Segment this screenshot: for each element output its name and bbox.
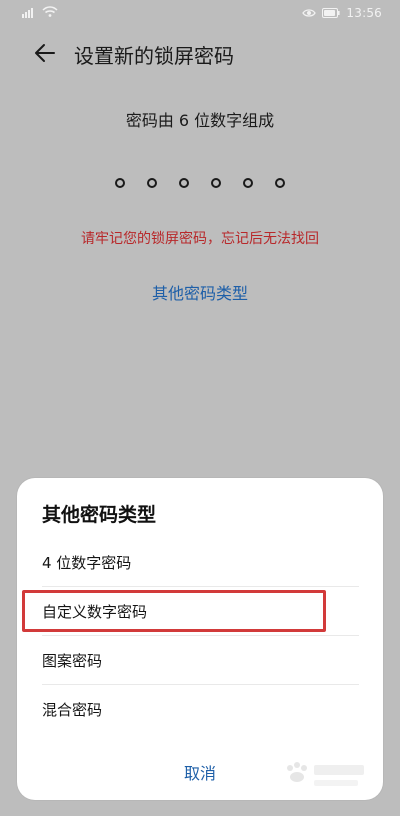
option-label: 4 位数字密码 <box>42 554 132 572</box>
password-dot <box>275 178 285 188</box>
password-hint: 密码由 6 位数字组成 <box>125 111 275 130</box>
option-mixed[interactable]: 混合密码 <box>17 685 383 734</box>
baidu-paw-icon <box>287 762 364 786</box>
password-dot <box>147 178 157 188</box>
password-type-options: 4 位数字密码 自定义数字密码 图案密码 混合密码 <box>17 538 383 734</box>
back-button[interactable] <box>32 40 58 66</box>
other-password-types-link[interactable]: 其他密码类型 <box>0 280 400 304</box>
signal-icon <box>22 8 33 18</box>
option-pattern[interactable]: 图案密码 <box>17 636 383 685</box>
watermark <box>280 758 372 796</box>
password-dot <box>243 178 253 188</box>
status-left <box>22 6 58 18</box>
option-label: 图案密码 <box>42 652 103 670</box>
highlight-annotation <box>22 590 326 632</box>
password-type-sheet: 其他密码类型 4 位数字密码 自定义数字密码 图案密码 混合密码 取消 <box>17 478 383 800</box>
wifi-icon <box>42 6 58 17</box>
app-header: 设置新的锁屏密码 <box>0 34 400 74</box>
status-right: 13:56 <box>302 6 382 20</box>
password-dot <box>179 178 189 188</box>
option-4-digit[interactable]: 4 位数字密码 <box>17 538 383 587</box>
password-dot <box>115 178 125 188</box>
warning-text: 请牢记您的锁屏密码，忘记后无法找回 <box>81 231 319 247</box>
sheet-title: 其他密码类型 <box>42 504 157 526</box>
back-arrow-icon <box>35 44 55 62</box>
password-dot <box>211 178 221 188</box>
eye-comfort-icon <box>302 9 317 17</box>
password-dots <box>0 178 400 188</box>
option-label: 混合密码 <box>42 701 103 719</box>
page-title: 设置新的锁屏密码 <box>74 44 234 68</box>
status-time: 13:56 <box>346 6 382 20</box>
battery-icon <box>322 8 341 18</box>
status-bar: 13:56 <box>0 0 400 26</box>
